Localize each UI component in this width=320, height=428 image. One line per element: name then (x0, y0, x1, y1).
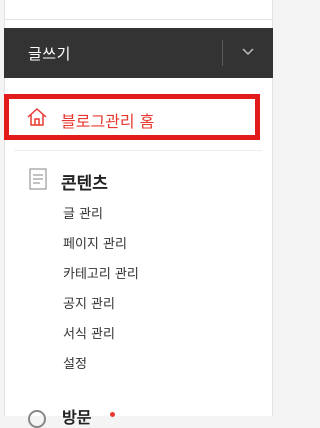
home-label: 블로그관리 홈 (61, 112, 155, 131)
home-icon (27, 108, 47, 126)
top-card (5, 0, 272, 20)
next-section-title: 방문 (62, 408, 92, 427)
menu-item-notice-management[interactable]: 공지 관리 (63, 293, 115, 312)
menu-item-page-management[interactable]: 페이지 관리 (63, 233, 127, 252)
write-label: 글쓰기 (28, 45, 71, 63)
stats-icon (28, 410, 46, 428)
content-section-title: 콘텐츠 (61, 174, 108, 194)
menu-item-post-management[interactable]: 글 관리 (63, 203, 103, 222)
write-options-toggle[interactable] (223, 28, 273, 78)
write-button[interactable]: 글쓰기 (4, 28, 273, 78)
blog-admin-home-link[interactable]: 블로그관리 홈 (4, 94, 260, 140)
menu-item-settings[interactable]: 설정 (63, 353, 87, 372)
document-icon (29, 168, 47, 190)
chevron-down-icon (242, 48, 254, 56)
section-divider (14, 150, 262, 151)
menu-item-template-management[interactable]: 서식 관리 (63, 323, 115, 342)
menu-item-category-management[interactable]: 카테고리 관리 (63, 263, 139, 282)
new-indicator-dot (110, 412, 115, 417)
